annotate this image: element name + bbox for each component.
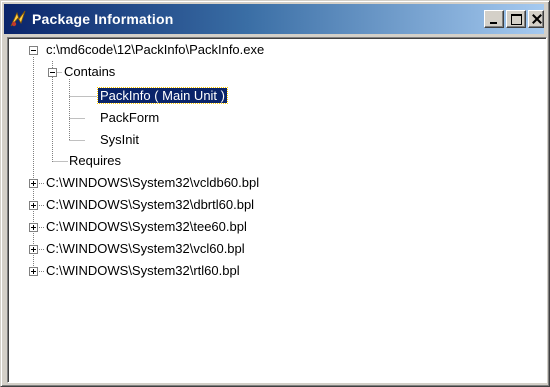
tree-node-package[interactable]: C:\WINDOWS\System32\vcl60.bpl xyxy=(46,240,245,258)
unit-label: PackForm xyxy=(100,110,160,125)
expand-icon[interactable] xyxy=(29,223,38,232)
delphi-package-icon xyxy=(10,10,26,27)
expand-icon[interactable] xyxy=(29,245,38,254)
window-title: Package Information xyxy=(32,11,174,27)
tree-node-package[interactable]: C:\WINDOWS\System32\tee60.bpl xyxy=(46,218,247,236)
package-label: C:\WINDOWS\System32\vcl60.bpl xyxy=(46,241,245,256)
tree-node-unit[interactable]: PackInfo ( Main Unit ) xyxy=(97,87,228,105)
tree-node-unit[interactable]: SysInit xyxy=(100,131,139,149)
collapse-icon[interactable] xyxy=(48,68,57,77)
unit-label-selected: PackInfo ( Main Unit ) xyxy=(97,87,228,104)
tree-node-package[interactable]: C:\WINDOWS\System32\rtl60.bpl xyxy=(46,262,240,280)
maximize-icon[interactable] xyxy=(506,10,526,28)
close-icon[interactable] xyxy=(528,10,544,28)
title-bar-buttons xyxy=(482,10,544,28)
collapse-icon[interactable] xyxy=(29,46,38,55)
expand-icon[interactable] xyxy=(29,201,38,210)
tree-node-package[interactable]: C:\WINDOWS\System32\dbrtl60.bpl xyxy=(46,196,254,214)
tree-node-requires[interactable]: Requires xyxy=(69,152,121,170)
minimize-icon[interactable] xyxy=(484,10,504,28)
contains-label: Contains xyxy=(64,64,116,79)
tree-node-unit[interactable]: PackForm xyxy=(100,109,159,127)
tree-root-label: c:\md6code\12\PackInfo\PackInfo.exe xyxy=(46,42,265,57)
title-bar[interactable]: Package Information xyxy=(4,4,544,34)
package-label: C:\WINDOWS\System32\vcldb60.bpl xyxy=(46,175,260,190)
package-information-window: Package Information c:\md6code\12\PackIn… xyxy=(0,0,550,387)
tree-root-node[interactable]: c:\md6code\12\PackInfo\PackInfo.exe xyxy=(46,41,264,59)
expand-icon[interactable] xyxy=(29,179,38,188)
package-label: C:\WINDOWS\System32\rtl60.bpl xyxy=(46,263,240,278)
package-label: C:\WINDOWS\System32\dbrtl60.bpl xyxy=(46,197,255,212)
tree-node-package[interactable]: C:\WINDOWS\System32\vcldb60.bpl xyxy=(46,174,259,192)
package-label: C:\WINDOWS\System32\tee60.bpl xyxy=(46,219,247,234)
requires-label: Requires xyxy=(69,153,122,168)
expand-icon[interactable] xyxy=(29,267,38,276)
unit-label: SysInit xyxy=(100,132,140,147)
package-tree-view[interactable]: c:\md6code\12\PackInfo\PackInfo.exe Cont… xyxy=(7,37,547,383)
tree-node-contains[interactable]: Contains xyxy=(64,63,115,81)
